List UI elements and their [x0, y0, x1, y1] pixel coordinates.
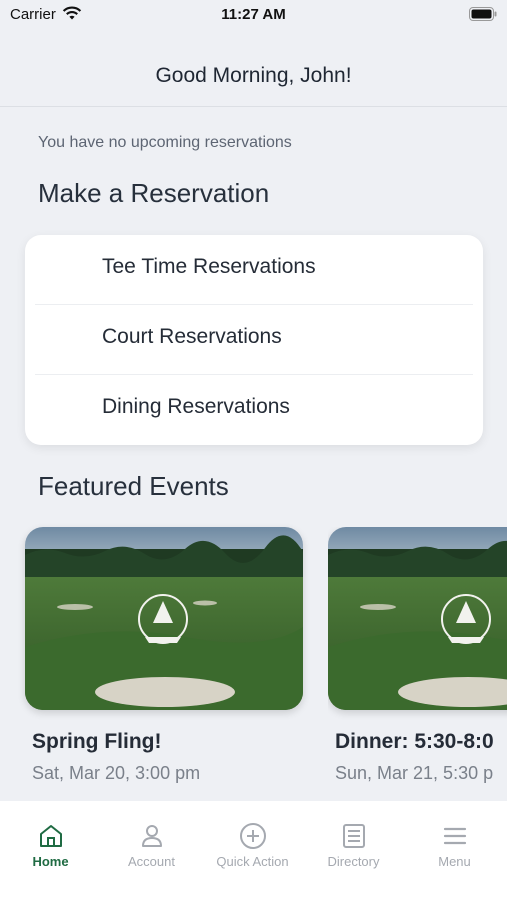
reservation-item-label: Tee Time Reservations: [102, 255, 316, 278]
reservation-item-label: Dining Reservations: [102, 395, 290, 418]
plus-circle-icon: [238, 821, 268, 851]
no-reservations-text: You have no upcoming reservations: [38, 134, 292, 151]
tab-label: Account: [128, 854, 175, 869]
tab-label: Menu: [438, 854, 471, 869]
make-reservation-heading: Make a Reservation: [38, 178, 270, 208]
event-title: Dinner: 5:30-8:0: [335, 730, 494, 753]
tab-menu[interactable]: Menu: [404, 801, 505, 900]
home-icon: [36, 821, 66, 851]
court-reservations-item[interactable]: Court Reservations: [25, 305, 483, 375]
greeting-title: Good Morning, John!: [155, 64, 352, 87]
event-date: Sun, Mar 21, 5:30 p: [335, 763, 494, 783]
tab-label: Home: [32, 854, 69, 869]
tab-account[interactable]: Account: [101, 801, 202, 900]
person-icon: [137, 821, 167, 851]
event-image: [328, 527, 507, 710]
reservation-item-label: Court Reservations: [102, 325, 282, 348]
status-time: 11:27 AM: [221, 6, 286, 23]
tab-label: Directory: [327, 854, 380, 869]
featured-events-heading: Featured Events: [38, 471, 229, 501]
tab-bar: Home Account Quick Action Directory Menu: [0, 801, 507, 900]
reservation-options-card: Tee Time Reservations Court Reservations…: [25, 235, 483, 445]
page-header: Good Morning, John!: [0, 30, 507, 107]
list-icon: [339, 821, 369, 851]
tab-quick-action[interactable]: Quick Action: [202, 801, 303, 900]
event-title: Spring Fling!: [32, 730, 162, 753]
event-card[interactable]: Dinner: 5:30-8:0 Sun, Mar 21, 5:30 p: [328, 527, 507, 797]
event-card[interactable]: Spring Fling! Sat, Mar 20, 3:00 pm: [25, 527, 303, 783]
menu-icon: [440, 821, 470, 851]
tab-label: Quick Action: [216, 854, 289, 869]
tee-time-reservations-item[interactable]: Tee Time Reservations: [25, 235, 483, 305]
dining-reservations-item[interactable]: Dining Reservations: [25, 375, 483, 445]
tab-directory[interactable]: Directory: [303, 801, 404, 900]
event-image: [25, 527, 303, 710]
status-bar: Carrier 11:27 AM: [0, 0, 507, 30]
tab-home[interactable]: Home: [0, 801, 101, 900]
event-date: Sat, Mar 20, 3:00 pm: [32, 763, 201, 783]
battery-icon: [469, 7, 497, 25]
